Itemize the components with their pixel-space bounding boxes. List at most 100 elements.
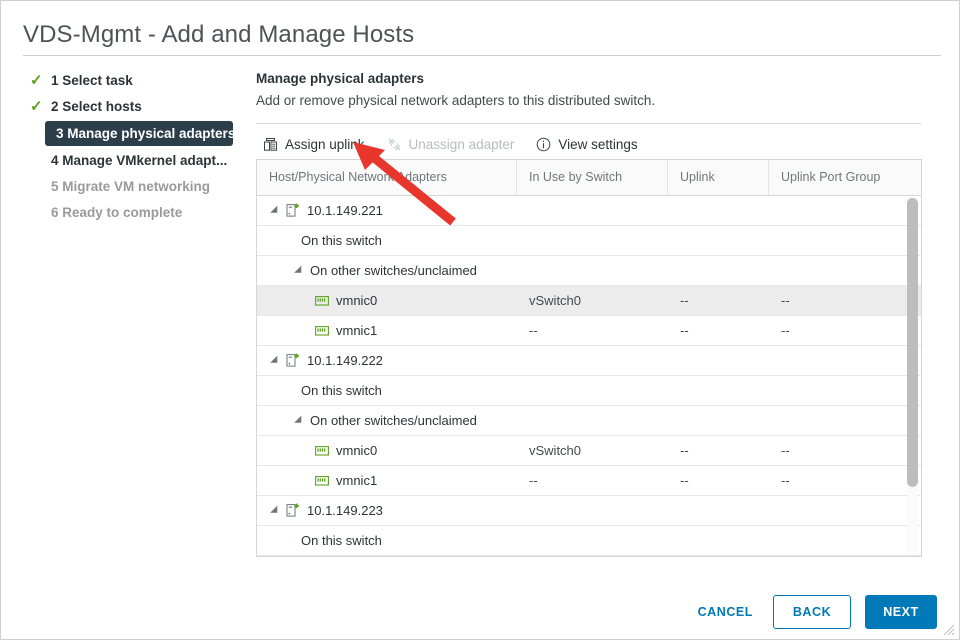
row-label: On other switches/unclaimed (310, 256, 477, 285)
footer-buttons: CANCEL BACK NEXT (692, 595, 937, 629)
row-label: On this switch (301, 376, 382, 405)
assign-uplink-button[interactable]: Assign uplink (263, 137, 365, 152)
sidebar-item-ready-to-complete[interactable]: 6 Ready to complete (23, 201, 241, 224)
step-label: 6 Ready to complete (51, 205, 182, 220)
row-label: 10.1.149.223 (307, 496, 383, 525)
expand-caret-icon[interactable] (270, 205, 281, 216)
expand-caret-icon[interactable] (294, 265, 305, 276)
column-header-uplink[interactable]: Uplink (668, 160, 769, 195)
sidebar-item-select-hosts[interactable]: ✓ 2 Select hosts (23, 95, 241, 118)
row-label: vmnic0 (336, 436, 377, 465)
table-row[interactable]: On this switch (257, 376, 921, 406)
host-add-icon (286, 203, 307, 218)
host-add-icon (286, 503, 307, 518)
view-settings-label: View settings (558, 137, 637, 152)
vertical-scrollbar[interactable] (907, 197, 918, 554)
table-row[interactable]: 10.1.149.222 (257, 346, 921, 376)
sidebar-item-migrate-vm-networking[interactable]: 5 Migrate VM networking (23, 175, 241, 198)
table-row[interactable]: vmnic0vSwitch0---- (257, 436, 921, 466)
resize-grip-icon[interactable] (943, 624, 955, 636)
back-button[interactable]: BACK (773, 595, 851, 629)
cell-host-adapter: vmnic1 (257, 316, 517, 345)
step-label: 4 Manage VMkernel adapt... (51, 153, 227, 168)
physical-adapters-table: Host/Physical Network Adapters In Use by… (256, 159, 922, 557)
cell-host-adapter: On this switch (257, 526, 517, 555)
row-label: vmnic0 (336, 286, 377, 315)
table-row[interactable]: On other switches/unclaimed (257, 256, 921, 286)
expand-caret-icon[interactable] (270, 355, 281, 366)
host-add-icon (286, 353, 307, 368)
section-heading: Manage physical adapters (256, 69, 922, 89)
unassign-adapter-label: Unassign adapter (409, 137, 515, 152)
wizard-footer: CANCEL BACK NEXT (1, 563, 959, 639)
cell-uplink-port-group: -- (769, 293, 921, 308)
title-divider (23, 55, 941, 56)
table-header-row: Host/Physical Network Adapters In Use by… (257, 160, 921, 196)
cancel-button[interactable]: CANCEL (692, 595, 759, 629)
row-label: 10.1.149.222 (307, 346, 383, 375)
cell-uplink: -- (668, 323, 769, 338)
cell-uplink-port-group: -- (769, 443, 921, 458)
nic-icon (315, 325, 336, 337)
cell-uplink: -- (668, 443, 769, 458)
content-header: Manage physical adapters Add or remove p… (256, 69, 922, 112)
cell-host-adapter: vmnic0 (257, 286, 517, 315)
row-label: 10.1.149.221 (307, 196, 383, 225)
cell-uplink-port-group: -- (769, 473, 921, 488)
sidebar-item-manage-vmkernel-adapters[interactable]: 4 Manage VMkernel adapt... (23, 149, 241, 172)
cell-host-adapter: vmnic1 (257, 466, 517, 495)
table-action-bar: Assign uplink Unassign adapter View (263, 133, 638, 155)
nic-icon (315, 475, 336, 487)
info-circle-icon (536, 137, 551, 152)
table-row[interactable]: vmnic1------ (257, 316, 921, 346)
cell-host-adapter: On other switches/unclaimed (257, 406, 517, 435)
step-label: 3 Manage physical adapters (56, 126, 235, 141)
cell-uplink: -- (668, 473, 769, 488)
cell-uplink: -- (668, 293, 769, 308)
wizard-step-list: ✓ 1 Select task ✓ 2 Select hosts 3 Manag… (23, 69, 241, 227)
expand-caret-icon[interactable] (270, 505, 281, 516)
table-row[interactable]: On other switches/unclaimed (257, 406, 921, 436)
nic-icon (315, 445, 336, 457)
cell-host-adapter: On other switches/unclaimed (257, 256, 517, 285)
row-label: vmnic1 (336, 316, 377, 345)
table-row[interactable]: vmnic1------ (257, 466, 921, 496)
assign-uplink-label: Assign uplink (285, 137, 365, 152)
table-body: 10.1.149.221On this switchOn other switc… (257, 196, 921, 556)
expand-caret-icon[interactable] (294, 415, 305, 426)
scrollbar-thumb[interactable] (907, 198, 918, 487)
cell-host-adapter: vmnic0 (257, 436, 517, 465)
row-label: vmnic1 (336, 466, 377, 495)
cell-host-adapter: 10.1.149.222 (257, 346, 517, 375)
step-label: 1 Select task (51, 73, 133, 88)
next-button[interactable]: NEXT (865, 595, 937, 629)
cell-host-adapter: 10.1.149.223 (257, 496, 517, 525)
page-title: VDS-Mgmt - Add and Manage Hosts (23, 21, 414, 49)
table-row[interactable]: On this switch (257, 226, 921, 256)
sidebar-item-select-task[interactable]: ✓ 1 Select task (23, 69, 241, 92)
nic-icon (315, 295, 336, 307)
unassign-adapter-button[interactable]: Unassign adapter (387, 137, 515, 152)
column-header-host-adapters[interactable]: Host/Physical Network Adapters (257, 160, 517, 195)
cell-in-use-by-switch: -- (517, 323, 668, 338)
cell-host-adapter: On this switch (257, 376, 517, 405)
cell-in-use-by-switch: -- (517, 473, 668, 488)
view-settings-button[interactable]: View settings (536, 137, 637, 152)
column-header-in-use-by-switch[interactable]: In Use by Switch (517, 160, 668, 195)
check-icon: ✓ (30, 69, 44, 92)
section-subheading: Add or remove physical network adapters … (256, 90, 922, 112)
step-label: 5 Migrate VM networking (51, 179, 210, 194)
row-label: On other switches/unclaimed (310, 406, 477, 435)
table-row[interactable]: 10.1.149.223 (257, 496, 921, 526)
content-divider (256, 123, 921, 124)
table-row[interactable]: On this switch (257, 526, 921, 556)
row-label: On this switch (301, 526, 382, 555)
column-header-uplink-port-group[interactable]: Uplink Port Group (769, 160, 921, 195)
table-row[interactable]: 10.1.149.221 (257, 196, 921, 226)
assign-uplink-icon (263, 137, 278, 152)
cell-in-use-by-switch: vSwitch0 (517, 293, 668, 308)
step-label: 2 Select hosts (51, 99, 142, 114)
table-row[interactable]: vmnic0vSwitch0---- (257, 286, 921, 316)
cell-host-adapter: 10.1.149.221 (257, 196, 517, 225)
sidebar-item-manage-physical-adapters[interactable]: 3 Manage physical adapters (45, 121, 233, 146)
